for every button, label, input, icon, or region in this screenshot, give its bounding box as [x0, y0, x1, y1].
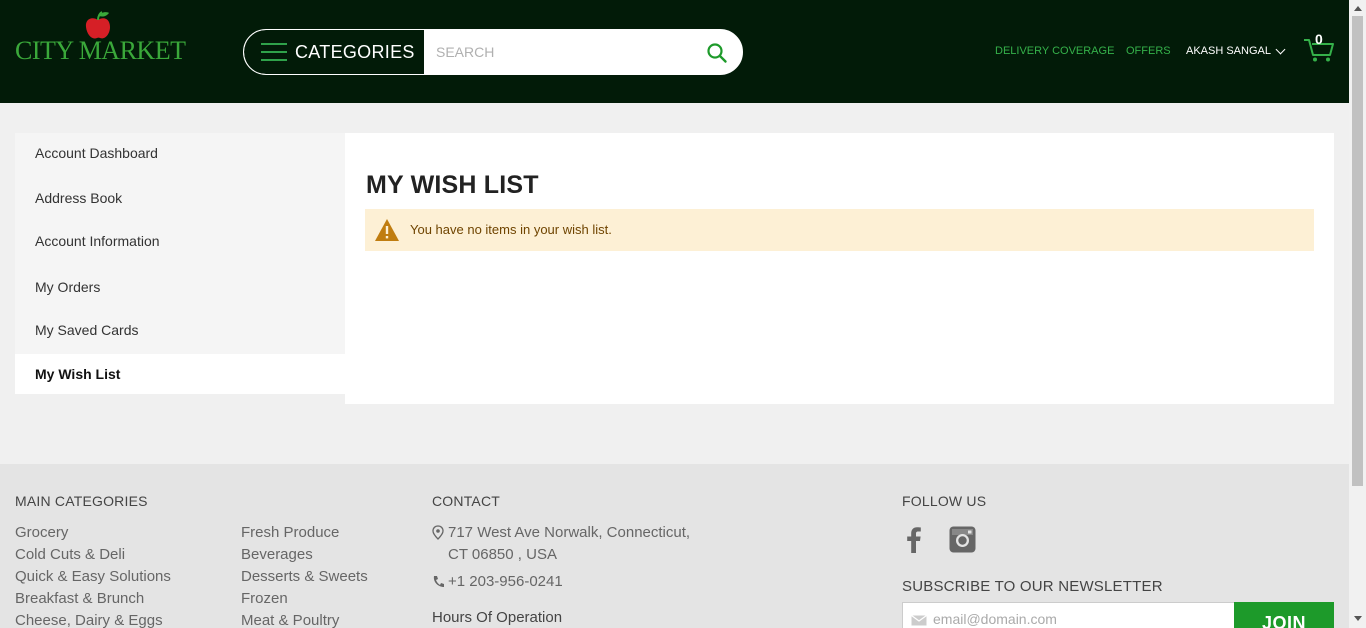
mail-icon: [911, 615, 927, 626]
page-scrollbar[interactable]: [1349, 0, 1366, 628]
footer-category-link[interactable]: Grocery: [15, 524, 68, 541]
empty-wishlist-notice: You have no items in your wish list.: [365, 209, 1314, 251]
chevron-down-icon: [1275, 44, 1286, 54]
main-content: MY WISH LIST You have no items in your w…: [345, 133, 1334, 404]
phone-number[interactable]: +1 203-956-0241: [448, 573, 563, 590]
search-icon[interactable]: [706, 42, 728, 64]
footer-category-link[interactable]: Cold Cuts & Deli: [15, 546, 125, 563]
footer-category-link[interactable]: Fresh Produce: [241, 524, 339, 541]
site-header: CITY MARKET CATEGORIES DELIVERY COVERAGE…: [0, 0, 1349, 103]
scroll-up-arrow-icon[interactable]: [1354, 6, 1362, 11]
sidebar-item-address-book[interactable]: Address Book: [15, 178, 345, 218]
account-sidebar: Account Dashboard Address Book Account I…: [15, 133, 345, 394]
address-line-1: 717 West Ave Norwalk, Connecticut,: [448, 524, 691, 541]
phone-icon: [433, 576, 444, 587]
footer-category-link[interactable]: Quick & Easy Solutions: [15, 568, 171, 585]
footer-category-link[interactable]: Beverages: [241, 546, 313, 563]
sidebar-item-my-saved-cards[interactable]: My Saved Cards: [15, 310, 345, 350]
sidebar-item-account-information[interactable]: Account Information: [15, 221, 345, 261]
follow-us-heading: FOLLOW US: [902, 493, 987, 509]
cart-count-badge: 0: [1315, 31, 1323, 47]
notice-message: You have no items in your wish list.: [410, 222, 612, 237]
sidebar-item-my-wish-list[interactable]: My Wish List: [15, 354, 345, 394]
scroll-down-arrow-icon[interactable]: [1354, 616, 1362, 621]
newsletter-email-input[interactable]: [933, 611, 1223, 627]
search-bar: CATEGORIES: [243, 29, 743, 75]
search-input[interactable]: [436, 30, 696, 74]
user-menu[interactable]: AKASH SANGAL: [1186, 44, 1286, 57]
site-footer: MAIN CATEGORIES Grocery Cold Cuts & Deli…: [0, 464, 1349, 628]
scrollbar-thumb[interactable]: [1352, 16, 1363, 486]
newsletter-heading: SUBSCRIBE TO OUR NEWSLETTER: [902, 578, 1163, 595]
delivery-coverage-link[interactable]: DELIVERY COVERAGE: [995, 45, 1114, 57]
footer-category-link[interactable]: Breakfast & Brunch: [15, 590, 144, 607]
logo-text: CITY MARKET: [15, 36, 186, 65]
facebook-icon[interactable]: [906, 526, 922, 553]
user-name: AKASH SANGAL: [1186, 45, 1271, 57]
main-categories-heading: MAIN CATEGORIES: [15, 493, 148, 509]
page-title: MY WISH LIST: [366, 171, 539, 199]
offers-link[interactable]: OFFERS: [1126, 45, 1171, 57]
hours-heading: Hours Of Operation: [432, 609, 563, 626]
join-button[interactable]: JOIN: [1234, 602, 1334, 628]
footer-category-link[interactable]: Cheese, Dairy & Eggs: [15, 612, 163, 628]
hamburger-icon: [261, 43, 287, 61]
warning-icon: [375, 219, 399, 241]
location-pin-icon: [432, 525, 444, 540]
sidebar-item-account-dashboard[interactable]: Account Dashboard: [15, 133, 345, 173]
footer-category-link[interactable]: Desserts & Sweets: [241, 568, 368, 585]
categories-label: CATEGORIES: [295, 42, 415, 62]
categories-button[interactable]: CATEGORIES: [244, 30, 424, 74]
address-line-2: CT 06850 , USA: [448, 546, 557, 563]
city-market-logo[interactable]: CITY MARKET: [15, 10, 186, 65]
footer-category-link[interactable]: Meat & Poultry: [241, 612, 339, 628]
instagram-icon[interactable]: [949, 526, 976, 553]
sidebar-item-my-orders[interactable]: My Orders: [15, 267, 345, 307]
newsletter-email-field[interactable]: [902, 602, 1235, 628]
footer-category-link[interactable]: Frozen: [241, 590, 288, 607]
contact-heading: CONTACT: [432, 493, 501, 509]
